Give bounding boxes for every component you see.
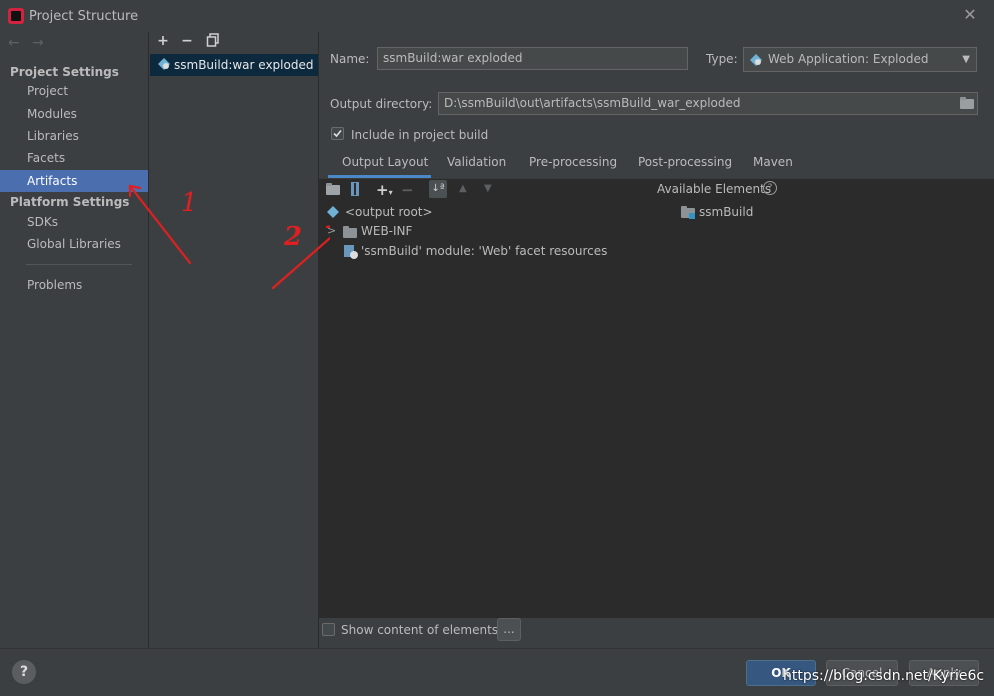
tree-item-web-inf[interactable]: WEB-INF xyxy=(361,224,412,238)
output-directory-label: Output directory: xyxy=(330,97,433,111)
facet-resources-icon xyxy=(344,245,358,259)
project-settings-header: Project Settings xyxy=(10,65,119,79)
include-in-build-checkbox[interactable] xyxy=(331,127,344,140)
available-element-ssmbuild[interactable]: ssmBuild xyxy=(699,205,753,219)
platform-settings-header: Platform Settings xyxy=(10,195,130,209)
nav-item-project[interactable]: Project xyxy=(0,80,148,102)
artifact-list-item-label: ssmBuild:war exploded xyxy=(174,58,314,72)
tab-maven[interactable]: Maven xyxy=(753,155,793,169)
move-up-button[interactable]: ▲ xyxy=(459,183,467,194)
tab-pre-processing[interactable]: Pre-processing xyxy=(529,155,617,169)
copy-artifact-button[interactable] xyxy=(205,33,221,49)
close-icon[interactable]: ✕ xyxy=(962,7,978,23)
artifacts-list-panel xyxy=(149,32,319,648)
show-content-label: Show content of elements xyxy=(341,623,499,637)
annotation-label-2: 2 xyxy=(284,222,303,252)
add-artifact-button[interactable]: + xyxy=(155,33,171,49)
window-title: Project Structure xyxy=(29,9,139,24)
forward-arrow-icon[interactable]: → xyxy=(32,35,44,51)
annotation-arrow-2-head xyxy=(325,225,330,229)
copy-icon xyxy=(206,33,219,47)
tab-validation[interactable]: Validation xyxy=(447,155,506,169)
sort-alpha-icon: ↓ª xyxy=(431,183,445,194)
tree-item-output-root[interactable]: <output root> xyxy=(345,205,433,219)
archive-icon xyxy=(351,182,359,196)
watermark-text: https://blog.csdn.net/Kyrie6c xyxy=(783,668,985,684)
chevron-down-icon: ▾ xyxy=(388,188,393,197)
annotation-label-1: 1 xyxy=(181,188,198,218)
artifact-name-input[interactable]: ssmBuild:war exploded xyxy=(377,47,688,70)
checkmark-icon xyxy=(333,129,342,138)
available-elements-label: Available Elements xyxy=(657,182,772,196)
add-copy-button[interactable]: +▾ xyxy=(376,181,393,199)
help-button[interactable]: ? xyxy=(12,660,36,684)
artifact-type-select[interactable]: Web Application: Exploded ▼ xyxy=(743,47,977,72)
show-content-checkbox[interactable] xyxy=(322,623,335,636)
folder-icon xyxy=(960,97,974,109)
help-question-icon[interactable]: ? xyxy=(763,181,777,195)
tree-item-facet-resources[interactable]: 'ssmBuild' module: 'Web' facet resources xyxy=(361,244,607,258)
nav-separator xyxy=(26,264,132,265)
nav-item-libraries[interactable]: Libraries xyxy=(0,125,148,147)
add-archive-button[interactable] xyxy=(350,182,360,196)
sort-elements-button[interactable]: ↓ª xyxy=(429,180,447,198)
tab-output-layout[interactable]: Output Layout xyxy=(342,155,428,169)
move-down-button[interactable]: ▼ xyxy=(484,183,492,194)
tab-post-processing[interactable]: Post-processing xyxy=(638,155,732,169)
output-directory-input[interactable]: D:\ssmBuild\out\artifacts\ssmBuild_war_e… xyxy=(438,92,978,115)
intellij-logo-icon xyxy=(8,8,24,24)
nav-item-modules[interactable]: Modules xyxy=(0,103,148,125)
title-bar xyxy=(0,0,994,32)
remove-element-button[interactable]: − xyxy=(401,181,414,199)
web-artifact-icon xyxy=(750,54,762,66)
module-badge-icon xyxy=(689,213,695,219)
include-in-build-label: Include in project build xyxy=(351,128,489,142)
panel-border xyxy=(319,178,994,179)
name-label: Name: xyxy=(330,52,370,66)
web-artifact-icon xyxy=(158,58,170,70)
type-label: Type: xyxy=(706,52,738,66)
chevron-down-icon: ▼ xyxy=(962,54,970,65)
artifact-list-item[interactable]: ssmBuild:war exploded xyxy=(150,54,318,76)
browse-folder-icon[interactable] xyxy=(960,97,974,109)
show-content-options-button[interactable]: ... xyxy=(497,618,521,641)
back-arrow-icon[interactable]: ← xyxy=(8,35,20,51)
artifact-type-value: Web Application: Exploded xyxy=(768,52,929,66)
remove-artifact-button[interactable]: − xyxy=(179,33,195,49)
folder-icon xyxy=(343,226,357,238)
nav-item-facets[interactable]: Facets xyxy=(0,147,148,169)
